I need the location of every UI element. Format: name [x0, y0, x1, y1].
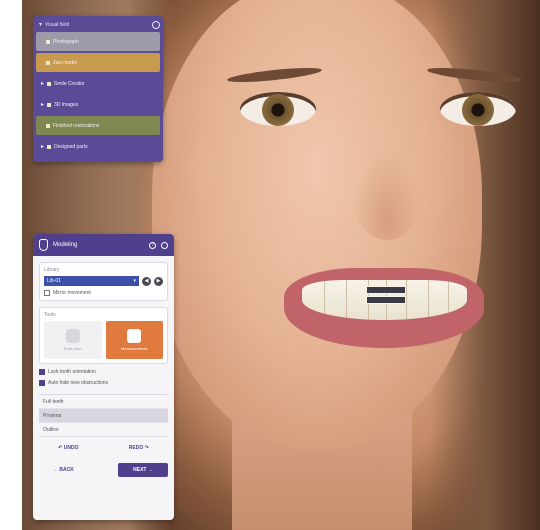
- visibility-icon[interactable]: [46, 60, 50, 65]
- undo-redo-row: ↶ UNDO REDO ↷: [33, 445, 174, 451]
- tool-measurements[interactable]: Measurements: [105, 321, 163, 359]
- lock-orientation-label: Lock tooth orientation: [48, 369, 96, 375]
- auto-hide-checkbox[interactable]: [39, 380, 45, 386]
- tool-label: Free-form: [63, 346, 82, 351]
- visual-field-title: Visual field: [45, 21, 70, 28]
- visibility-icon[interactable]: [46, 123, 50, 128]
- settings-icon[interactable]: [152, 20, 160, 29]
- list-item-outline[interactable]: Outline: [39, 423, 168, 437]
- chevron-down-icon: ▾: [133, 278, 136, 284]
- mirror-movement-option[interactable]: Mirror movement: [44, 290, 163, 296]
- free-form-icon: [65, 329, 80, 343]
- layer-label: Smile Creator: [54, 80, 85, 87]
- layer-smile-creator[interactable]: ▸ Smile Creator: [36, 74, 160, 93]
- chevron-right-icon[interactable]: ▸: [41, 143, 44, 150]
- chevron-right-icon[interactable]: ▸: [41, 101, 44, 108]
- visual-field-header: ▾ Visual field: [36, 19, 160, 30]
- layer-finished-restorations[interactable]: Finished restorations: [36, 116, 160, 135]
- layer-photograph[interactable]: Photograph: [36, 32, 160, 51]
- tool-free-form[interactable]: Free-form: [44, 321, 102, 359]
- layer-label: Designed parts: [54, 143, 88, 150]
- mirror-movement-checkbox[interactable]: [44, 290, 50, 296]
- library-select[interactable]: Lib-01 ▾: [44, 276, 139, 286]
- tooth-icon: [39, 239, 48, 251]
- list-item-proxima[interactable]: Proxima: [39, 409, 168, 423]
- previous-arrow-icon[interactable]: ◀: [142, 276, 151, 286]
- modeling-panel: Modeling ? Library Lib-01 ▾ ◀ ▶ Mirror m…: [33, 234, 174, 520]
- layer-jaw-model[interactable]: Jaw model: [36, 53, 160, 72]
- next-button[interactable]: NEXT →: [118, 463, 168, 477]
- nose: [352, 150, 422, 240]
- layer-label: Photograph: [53, 38, 79, 45]
- modeling-title: Modeling: [53, 242, 78, 248]
- help-icon[interactable]: ?: [149, 241, 156, 249]
- library-section: Library Lib-01 ▾ ◀ ▶ Mirror movement: [39, 262, 168, 301]
- back-button[interactable]: ← BACK: [39, 467, 74, 473]
- visibility-icon[interactable]: [47, 102, 52, 107]
- eye-right: [440, 92, 516, 126]
- layer-label: Finished restorations: [53, 122, 100, 129]
- library-selected-value: Lib-01: [47, 278, 61, 284]
- measurement-marker[interactable]: [362, 284, 410, 306]
- list-item-full-teeth[interactable]: Full teeth: [39, 395, 168, 409]
- library-label: Library: [44, 267, 60, 273]
- chevron-right-icon[interactable]: ▸: [41, 80, 44, 87]
- tools-grid: Free-form Measurements: [44, 321, 163, 359]
- visual-field-panel: ▾ Visual field Photograph Jaw model ▸ Sm…: [33, 16, 163, 162]
- tools-section: Tools Free-form Measurements: [39, 307, 168, 364]
- layer-label: Jaw model: [53, 59, 77, 66]
- layer-label: 3D Images: [54, 101, 79, 108]
- lock-orientation-checkbox[interactable]: [39, 369, 45, 375]
- next-arrow-icon[interactable]: ▶: [154, 276, 163, 286]
- mirror-movement-label: Mirror movement: [53, 290, 91, 296]
- visibility-icon[interactable]: [47, 144, 52, 149]
- lock-orientation-option[interactable]: Lock tooth orientation: [39, 369, 168, 375]
- visibility-icon[interactable]: [47, 81, 52, 86]
- settings-icon[interactable]: [161, 241, 168, 249]
- layer-3d-images[interactable]: ▸ 3D Images: [36, 95, 160, 114]
- library-row: Lib-01 ▾ ◀ ▶: [44, 276, 163, 286]
- undo-button[interactable]: ↶ UNDO: [58, 445, 78, 451]
- visibility-icon[interactable]: [46, 39, 50, 44]
- eye-left: [240, 92, 316, 126]
- tools-label: Tools: [44, 312, 56, 318]
- auto-hide-option[interactable]: Auto hide new obstructions: [39, 380, 168, 386]
- modeling-header: Modeling ?: [33, 234, 174, 256]
- view-mode-list: Full teeth Proxima Outline: [39, 394, 168, 437]
- measurements-icon: [127, 329, 142, 343]
- layer-designed-parts[interactable]: ▸ Designed parts: [36, 137, 160, 156]
- auto-hide-label: Auto hide new obstructions: [48, 380, 109, 386]
- tool-label: Measurements: [121, 346, 148, 351]
- chevron-down-icon[interactable]: ▾: [39, 21, 42, 28]
- redo-button[interactable]: REDO ↷: [129, 445, 149, 451]
- navigation-row: ← BACK NEXT →: [39, 463, 168, 477]
